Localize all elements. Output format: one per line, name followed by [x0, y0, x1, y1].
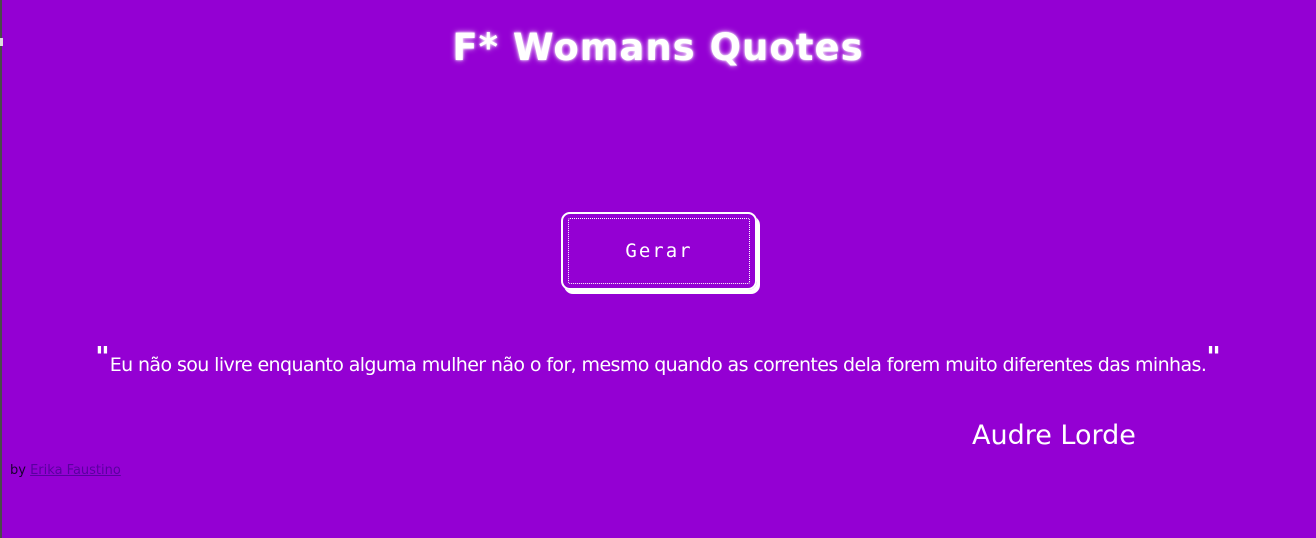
footer-credit: by Erika Faustino	[10, 463, 121, 478]
credit-author-link[interactable]: Erika Faustino	[30, 463, 121, 478]
generate-quote-button[interactable]: Gerar	[561, 212, 757, 290]
quote-author: Audre Lorde	[972, 420, 1136, 451]
window-left-edge	[0, 0, 2, 538]
quote-block: "Eu não sou livre enquanto alguma mulher…	[0, 340, 1316, 376]
generate-button-label: Gerar	[625, 240, 693, 262]
page-title: F* Womans Quotes	[452, 26, 864, 69]
credit-by-label: by	[10, 463, 26, 478]
close-quote-mark: "	[1206, 340, 1221, 373]
quote-text: Eu não sou livre enquanto alguma mulher …	[109, 354, 1207, 376]
open-quote-mark: "	[95, 340, 110, 373]
